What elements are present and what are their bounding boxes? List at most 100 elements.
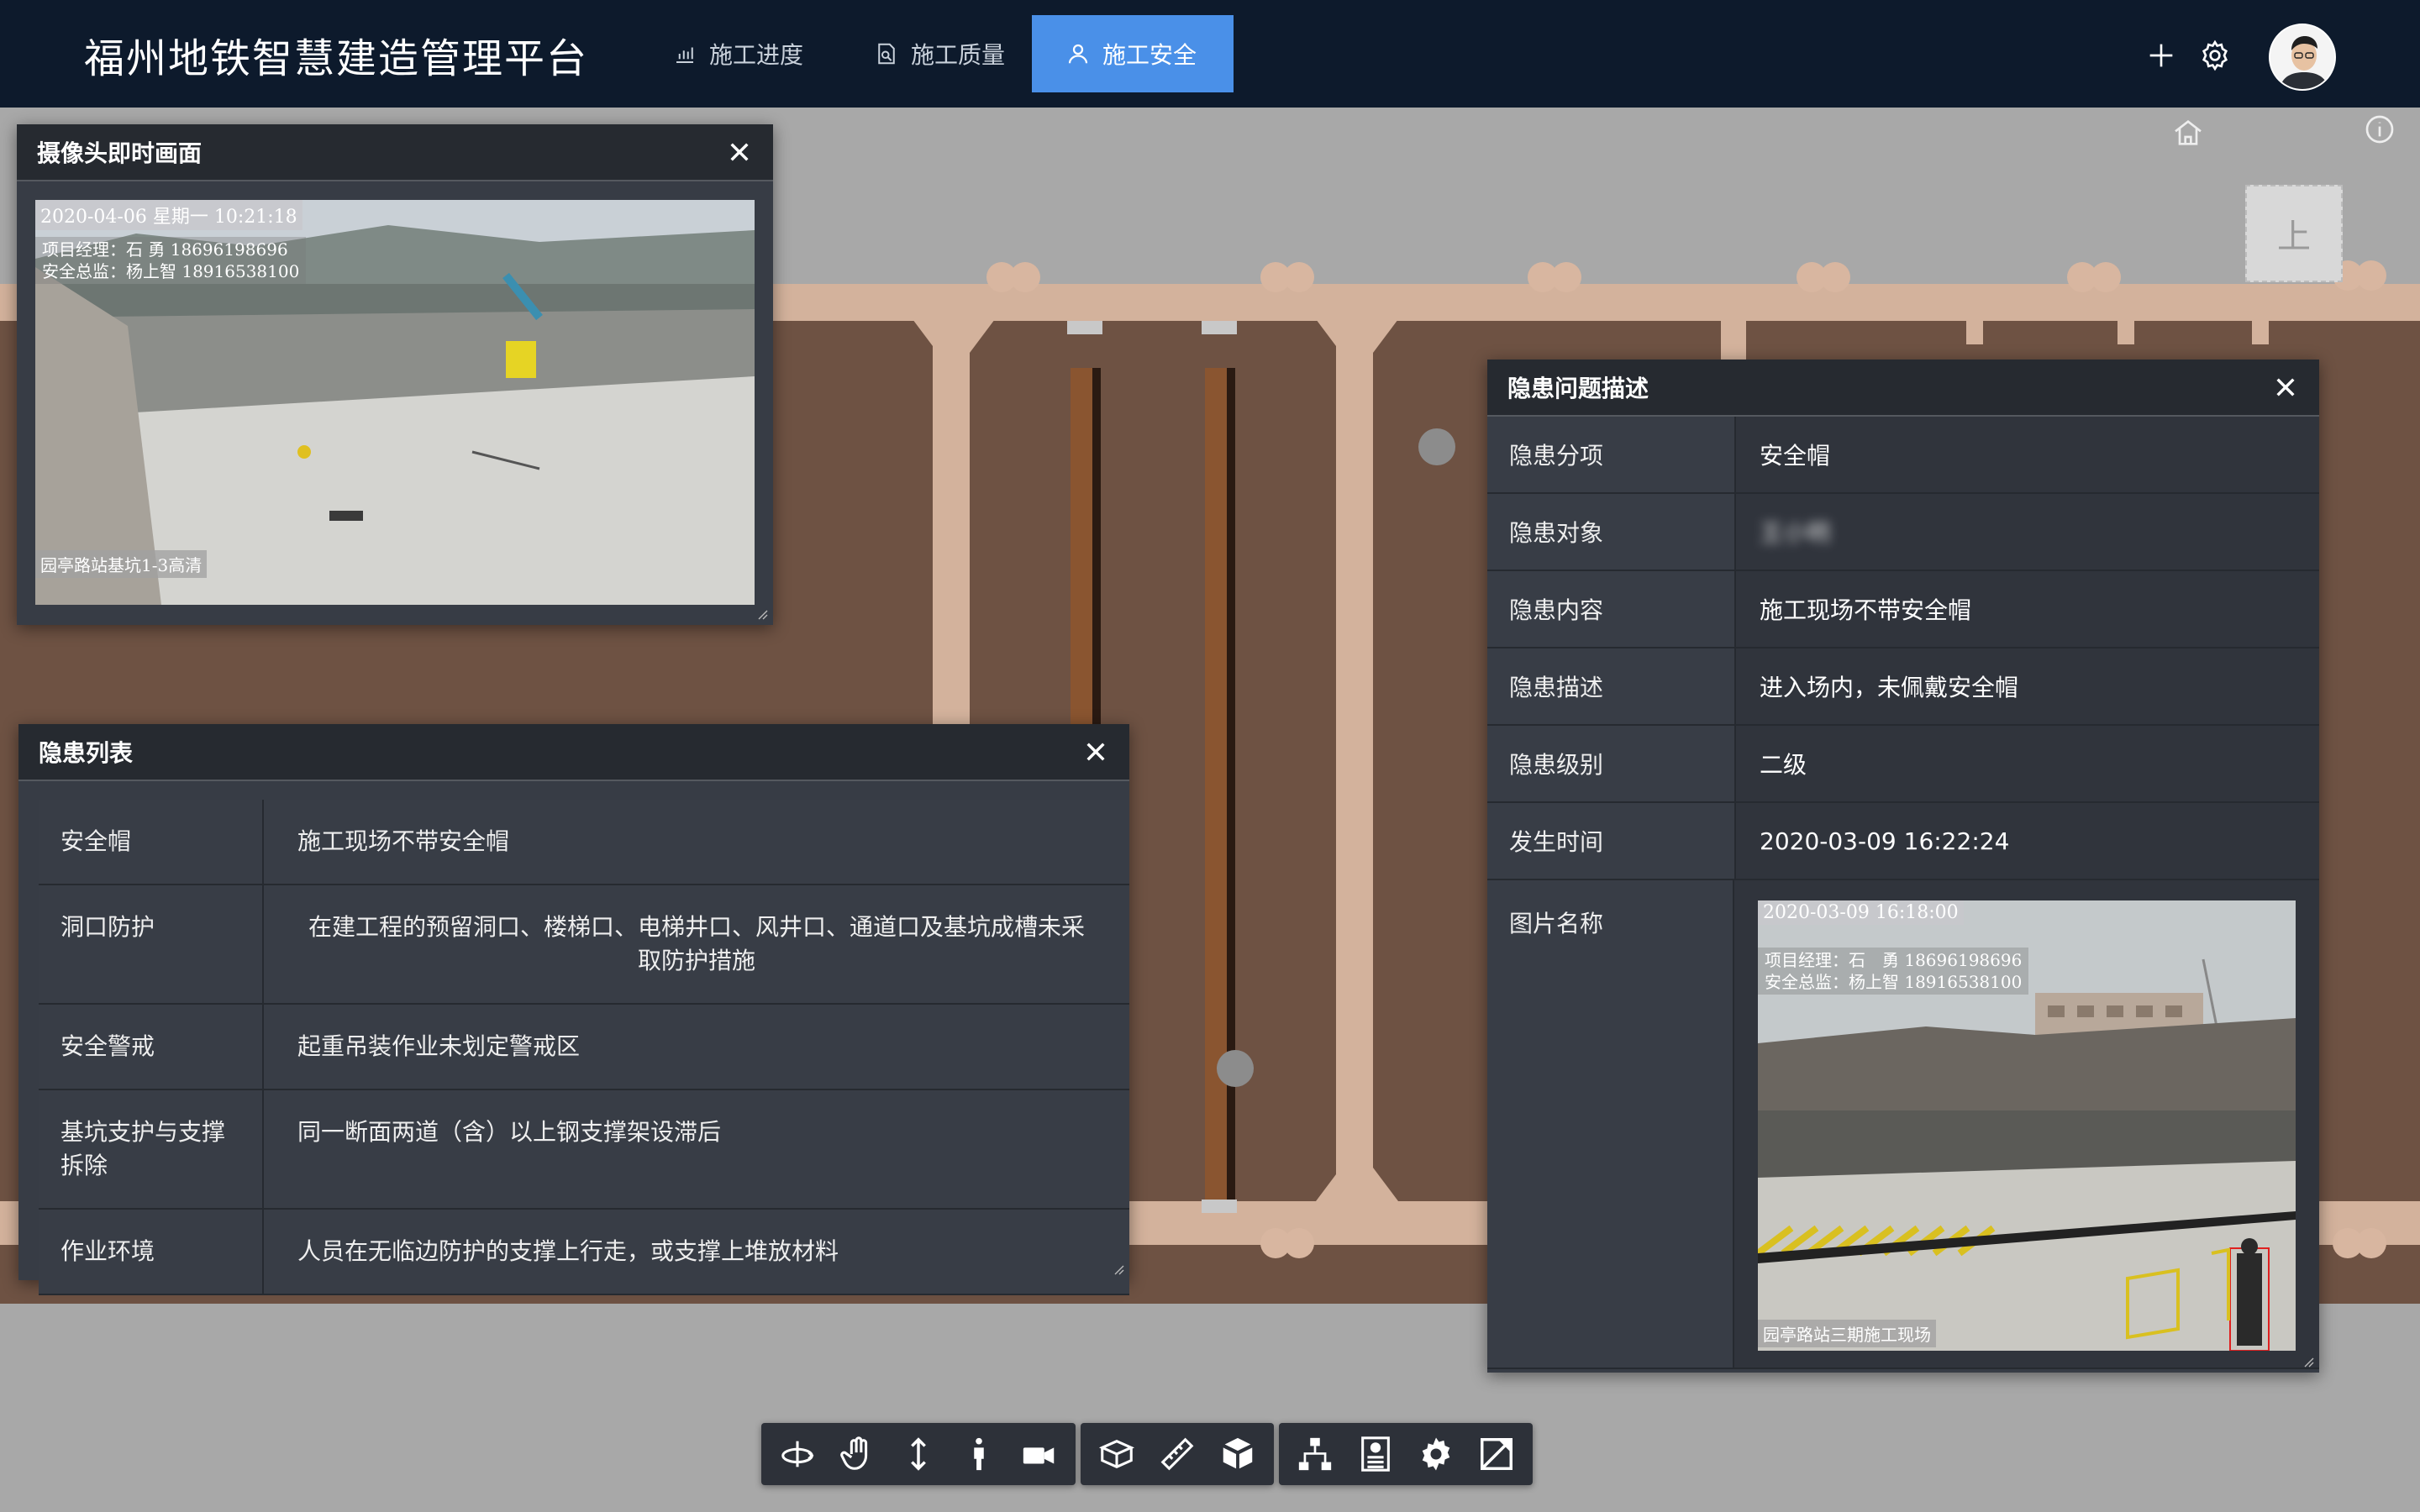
- hazard-list-panel: 隐患列表 安全帽 施工现场不带安全帽 洞口防护 在建工程的预留洞口、楼梯口、电梯…: [18, 724, 1129, 1295]
- home-icon[interactable]: [2170, 116, 2207, 150]
- table-row[interactable]: 作业环境 人员在无临边防护的支撑上行走，或支撑上堆放材料: [39, 1210, 1129, 1295]
- model-toolbar: [1279, 1423, 1533, 1485]
- detail-row: 隐患分项 安全帽: [1487, 417, 2319, 494]
- properties-icon: [1361, 1436, 1390, 1472]
- hazard-detail-panel: 隐患问题描述 隐患分项 安全帽 隐患对象 王小明 隐患内容 施工现场不带安全帽 …: [1487, 360, 2319, 1373]
- field-label: 隐患分项: [1487, 417, 1736, 492]
- analysis-toolbar: [1081, 1423, 1274, 1485]
- hazard-content: 在建工程的预留洞口、楼梯口、电梯井口、风井口、通道口及基坑成槽未采取防护措施: [308, 913, 1085, 974]
- user-avatar[interactable]: [2269, 24, 2336, 91]
- photo-name-label: 园亭路站三期施工现场: [1758, 1320, 1936, 1347]
- measure-ruler-icon: [1160, 1437, 1194, 1471]
- fullscreen-icon: [1481, 1438, 1512, 1470]
- hazard-category: 基坑支护与支撑拆除: [39, 1090, 264, 1208]
- overlay-line: 项目经理：石 勇 18696198696: [1765, 950, 2023, 970]
- detail-row: 隐患级别 二级: [1487, 726, 2319, 803]
- camera-overlay-info: 项目经理：石 勇 18696198696 安全总监：杨上智 1891653810…: [35, 237, 307, 284]
- user-icon: [1068, 44, 1088, 64]
- table-row[interactable]: 安全帽 施工现场不带安全帽: [39, 800, 1129, 885]
- camera-live-panel: 摄像头即时画面 2020-04-06 星期一 10:21:18 项目经理：石 勇…: [17, 124, 773, 625]
- field-value: 安全帽: [1736, 417, 2319, 492]
- camera-name-label: 园亭路站基坑1-3高清: [35, 550, 208, 578]
- panel-title: 隐患问题描述: [1507, 375, 1649, 402]
- close-icon[interactable]: [2272, 374, 2299, 401]
- detail-row: 隐患内容 施工现场不带安全帽: [1487, 571, 2319, 648]
- camera-view-button[interactable]: [1017, 1431, 1062, 1477]
- model-tree-button[interactable]: [1292, 1431, 1338, 1477]
- field-value: 2020-03-09 16:18:00 项目经理：石 勇 18696198696…: [1734, 880, 2319, 1368]
- pan-button[interactable]: [835, 1431, 881, 1477]
- detail-row: 发生时间 2020-03-09 16:22:24: [1487, 803, 2319, 880]
- tab-construction-safety[interactable]: 施工安全: [1032, 15, 1234, 92]
- hazard-content: 施工现场不带安全帽: [297, 827, 510, 855]
- document-search-icon: [878, 43, 895, 65]
- hazard-category: 安全警戒: [39, 1005, 264, 1089]
- detail-row: 图片名称 2020-03-09 16:18:00 项目经理：石 勇 186961…: [1487, 880, 2319, 1369]
- resize-handle[interactable]: [756, 608, 768, 620]
- panel-header: 隐患问题描述: [1487, 360, 2319, 417]
- table-row[interactable]: 基坑支护与支撑拆除 同一断面两道（含）以上钢支撑架设滞后: [39, 1090, 1129, 1210]
- hazard-category: 洞口防护: [39, 885, 264, 1003]
- field-value: 2020-03-09 16:22:24: [1736, 803, 2319, 879]
- camera-icon: [1023, 1447, 1055, 1464]
- field-value: 施工现场不带安全帽: [1736, 571, 2319, 647]
- panel-header: 隐患列表: [18, 724, 1129, 781]
- close-icon[interactable]: [726, 139, 753, 165]
- overlay-line: 安全总监：杨上智 18916538100: [42, 261, 300, 281]
- field-value: 二级: [1736, 726, 2319, 801]
- info-icon[interactable]: [2363, 113, 2396, 146]
- top-navigation-bar: 福州地铁智慧建造管理平台 施工进度 施工质量 施工安全: [0, 0, 2420, 108]
- tab-label: 施工质量: [911, 41, 1006, 69]
- model-tree-icon: [1298, 1437, 1332, 1471]
- overlay-line: 安全总监：杨上智 18916538100: [1765, 972, 2023, 992]
- plus-icon[interactable]: [2144, 39, 2178, 72]
- photo-timestamp: 2020-03-09 16:18:00: [1758, 900, 1964, 925]
- field-label: 隐患描述: [1487, 648, 1736, 724]
- resize-handle[interactable]: [2302, 1356, 2314, 1368]
- hazard-table: 安全帽 施工现场不带安全帽 洞口防护 在建工程的预留洞口、楼梯口、电梯井口、风井…: [39, 800, 1129, 1295]
- gear-icon[interactable]: [2198, 39, 2232, 72]
- vertical-move-icon: [911, 1437, 926, 1471]
- hazard-photo[interactable]: 2020-03-09 16:18:00 项目经理：石 勇 18696198696…: [1758, 900, 2296, 1351]
- walk-person-icon: [974, 1437, 984, 1471]
- detail-row: 隐患描述 进入场内，未佩戴安全帽: [1487, 648, 2319, 726]
- field-label: 隐患对象: [1487, 494, 1736, 570]
- field-label: 隐患级别: [1487, 726, 1736, 801]
- tab-construction-progress[interactable]: 施工进度: [639, 15, 837, 92]
- tab-construction-quality[interactable]: 施工质量: [840, 15, 1039, 92]
- view-cube[interactable]: 上: [2245, 185, 2343, 282]
- tab-label: 施工进度: [709, 41, 804, 69]
- close-icon[interactable]: [1082, 738, 1109, 765]
- explode-button[interactable]: [1215, 1431, 1260, 1477]
- vertical-move-button[interactable]: [896, 1431, 941, 1477]
- navigation-toolbar: [761, 1423, 1076, 1485]
- table-row[interactable]: 洞口防护 在建工程的预留洞口、楼梯口、电梯井口、风井口、通道口及基坑成槽未采取防…: [39, 885, 1129, 1005]
- panel-title: 摄像头即时画面: [37, 139, 203, 167]
- bar-chart-icon: [676, 47, 693, 63]
- hazard-content: 人员在无临边防护的支撑上行走，或支撑上堆放材料: [297, 1237, 839, 1265]
- hazard-category: 作业环境: [39, 1210, 264, 1294]
- detail-row: 隐患对象 王小明: [1487, 494, 2319, 571]
- settings-button[interactable]: [1413, 1431, 1459, 1477]
- table-row[interactable]: 安全警戒 起重吊装作业未划定警戒区: [39, 1005, 1129, 1090]
- hazard-category: 安全帽: [39, 800, 264, 884]
- panel-header: 摄像头即时画面: [17, 124, 773, 181]
- redacted-value: 王小明: [1760, 519, 1831, 547]
- measure-button[interactable]: [1155, 1431, 1200, 1477]
- walk-mode-button[interactable]: [956, 1431, 1002, 1477]
- fullscreen-button[interactable]: [1474, 1431, 1519, 1477]
- section-box-button[interactable]: [1094, 1431, 1139, 1477]
- resize-handle[interactable]: [1113, 1263, 1124, 1275]
- hazard-content: 起重吊装作业未划定警戒区: [297, 1032, 581, 1060]
- section-box-icon: [1098, 1439, 1135, 1469]
- field-value: 进入场内，未佩戴安全帽: [1736, 648, 2319, 724]
- orbit-icon: [781, 1441, 814, 1467]
- orbit-button[interactable]: [775, 1431, 820, 1477]
- field-label: 图片名称: [1487, 880, 1734, 1368]
- detail-fields: 隐患分项 安全帽 隐患对象 王小明 隐患内容 施工现场不带安全帽 隐患描述 进入…: [1487, 417, 2319, 1369]
- app-title: 福州地铁智慧建造管理平台: [84, 35, 589, 82]
- hazard-content: 同一断面两道（含）以上钢支撑架设滞后: [297, 1118, 722, 1146]
- field-label: 发生时间: [1487, 803, 1736, 879]
- camera-video-feed[interactable]: 2020-04-06 星期一 10:21:18 项目经理：石 勇 1869619…: [35, 200, 755, 605]
- properties-button[interactable]: [1353, 1431, 1398, 1477]
